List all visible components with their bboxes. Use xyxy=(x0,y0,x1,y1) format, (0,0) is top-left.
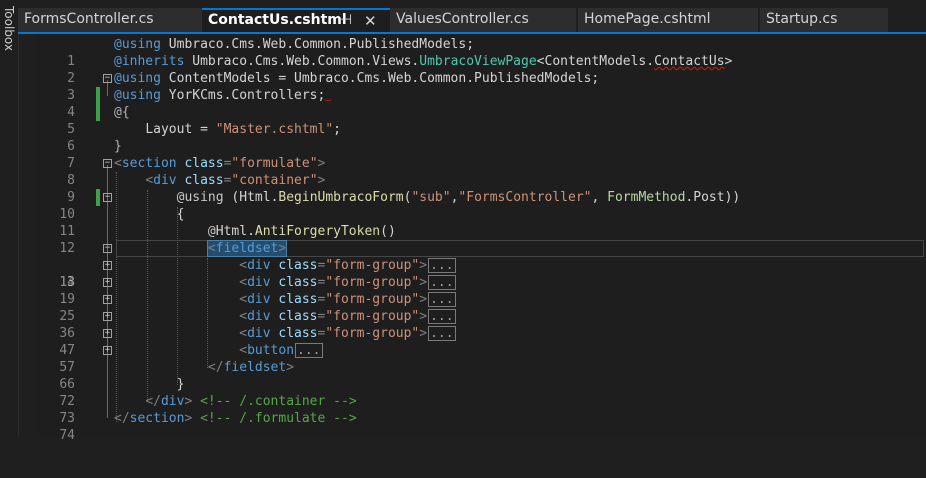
tab-contactus[interactable]: ContactUs.cshtml ⊣ ✕ xyxy=(202,8,392,32)
collapsed-region[interactable]: ... xyxy=(428,309,456,324)
code-line[interactable]: 2 @inherits Umbraco.Cms.Web.Common.Views… xyxy=(36,53,926,86)
code-line[interactable]: 6 Layout = "Master.cshtml"; xyxy=(36,121,926,154)
expand-icon[interactable]: + xyxy=(103,329,112,338)
tab-label: HomePage.cshtml xyxy=(584,11,711,27)
code-line[interactable]: 19 + <div class="form-group">... xyxy=(36,274,926,307)
collapse-icon[interactable]: − xyxy=(103,159,112,168)
expand-icon[interactable]: + xyxy=(103,346,112,355)
error-squiggle-icon: ‿ xyxy=(325,91,332,102)
tab-label: ValuesController.cs xyxy=(396,11,529,27)
code-line[interactable]: 36 + <div class="form-group">... xyxy=(36,308,926,341)
pin-icon[interactable]: ⊣ xyxy=(340,12,352,28)
expand-icon[interactable]: + xyxy=(103,312,112,321)
code-line[interactable]: 1 @using Umbraco.Cms.Web.Common.Publishe… xyxy=(36,36,926,69)
code-line[interactable]: 66 </fieldset> xyxy=(36,359,926,392)
code-line[interactable]: 14 + <div class="form-group">... xyxy=(36,257,926,290)
code-line[interactable]: 12 @Html.AntiForgeryToken() xyxy=(36,223,926,256)
code-line[interactable]: 4 @using YorKCms.Controllers;‿ xyxy=(36,87,926,120)
code-editor[interactable]: 1 @using Umbraco.Cms.Web.Common.Publishe… xyxy=(36,34,926,443)
expand-icon[interactable]: + xyxy=(103,278,112,287)
collapsed-region[interactable]: ... xyxy=(428,275,456,290)
expand-icon[interactable]: + xyxy=(103,261,112,270)
code-line[interactable]: 25 + <div class="form-group">... xyxy=(36,291,926,324)
tab-label: Startup.cs xyxy=(766,11,838,27)
tab-startup[interactable]: Startup.cs xyxy=(760,8,888,32)
code-line[interactable]: 74 </section> <!-- /.formulate --> xyxy=(36,410,926,443)
collapsed-region[interactable]: ... xyxy=(428,258,456,273)
collapsed-region[interactable]: ... xyxy=(428,292,456,307)
code-line[interactable]: 57 + <button... xyxy=(36,342,926,375)
collapse-icon[interactable]: − xyxy=(103,74,112,83)
code-line[interactable]: 9 <div class="container"> xyxy=(36,172,926,205)
code-line-current[interactable]: 13 − <fieldset> xyxy=(36,240,926,290)
tab-homepage[interactable]: HomePage.cshtml xyxy=(578,8,758,32)
collapsed-region[interactable]: ... xyxy=(295,343,323,358)
code-line[interactable]: 7 } xyxy=(36,138,926,171)
code-line[interactable]: 47 + <div class="form-group">... xyxy=(36,325,926,358)
code-line[interactable]: 72 } xyxy=(36,376,926,409)
tab-label: ContactUs.cshtml xyxy=(208,12,347,28)
collapse-icon[interactable]: − xyxy=(103,193,112,202)
tab-valuescontroller[interactable]: ValuesController.cs xyxy=(390,8,576,32)
change-marker xyxy=(96,87,100,104)
collapsed-region[interactable]: ... xyxy=(428,326,456,341)
toolbox-panel[interactable]: Toolbox xyxy=(0,0,19,436)
expand-icon[interactable]: + xyxy=(103,295,112,304)
code-line[interactable]: 8 − <section class="formulate"> xyxy=(36,155,926,188)
collapse-icon[interactable]: − xyxy=(103,244,112,253)
tab-label: FormsController.cs xyxy=(24,11,154,27)
code-line[interactable]: 3 − @using ContentModels = Umbraco.Cms.W… xyxy=(36,70,926,103)
document-tab-bar: FormsController.cs ContactUs.cshtml ⊣ ✕ … xyxy=(18,0,926,34)
change-marker xyxy=(96,104,100,121)
toolbox-label[interactable]: Toolbox xyxy=(2,6,16,51)
change-marker xyxy=(96,189,100,206)
close-icon[interactable]: ✕ xyxy=(364,12,377,30)
code-line[interactable]: 10 − @using (Html.BeginUmbracoForm("sub"… xyxy=(36,189,926,222)
tab-formscontroller[interactable]: FormsController.cs xyxy=(18,8,204,32)
code-line[interactable]: 73 </div> <!-- /.container --> xyxy=(36,393,926,426)
code-line[interactable]: 5 @{ xyxy=(36,104,926,137)
code-line[interactable]: 11 { xyxy=(36,206,926,239)
